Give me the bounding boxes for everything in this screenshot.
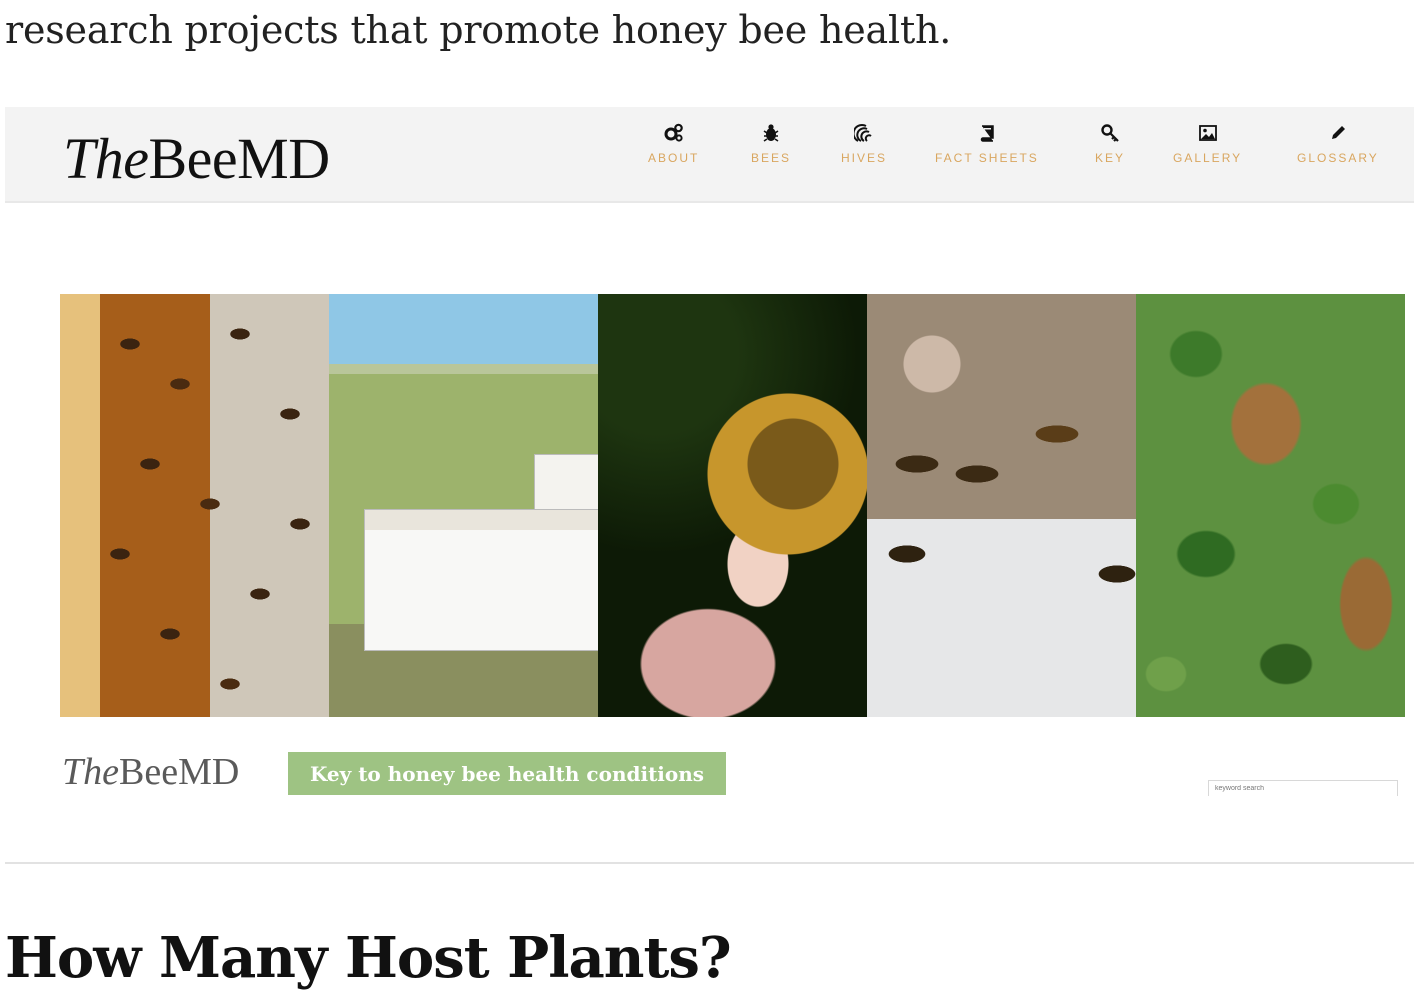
section-heading: How Many Host Plants? bbox=[5, 925, 732, 991]
hive-box bbox=[534, 454, 598, 511]
hive-icon bbox=[854, 124, 872, 142]
nav-label-glossary: GLOSSARY bbox=[1297, 151, 1379, 165]
picture-icon bbox=[1198, 125, 1217, 141]
banner-photo-hives-in-field bbox=[329, 294, 598, 717]
nav-item-about[interactable]: ABOUT bbox=[648, 123, 699, 165]
secondary-logo[interactable]: TheBeeMD bbox=[62, 750, 239, 794]
logo-small-prefix: The bbox=[62, 751, 119, 793]
nav-item-glossary[interactable]: GLOSSARY bbox=[1297, 123, 1379, 165]
book-icon bbox=[980, 125, 994, 142]
logo-small-suffix: BeeMD bbox=[119, 751, 240, 793]
key-icon bbox=[1101, 124, 1119, 142]
banner-photo-bees-on-comb bbox=[60, 294, 329, 717]
beemd-site-screenshot: TheBeeMD ABOUT BEES HIVES FACT SHEETS KE… bbox=[5, 107, 1414, 867]
nav-item-bees[interactable]: BEES bbox=[751, 123, 791, 165]
nav-item-hives[interactable]: HIVES bbox=[841, 123, 887, 165]
pencil-icon bbox=[1331, 126, 1345, 139]
intro-paragraph: research projects that promote honey bee… bbox=[5, 8, 952, 52]
banner-photo-bees-at-hive-entrance bbox=[867, 294, 1136, 717]
nav-item-key[interactable]: KEY bbox=[1095, 123, 1125, 165]
nav-label-bees: BEES bbox=[751, 151, 792, 165]
nav-label-key: KEY bbox=[1095, 151, 1126, 165]
nav-label-gallery: GALLERY bbox=[1173, 151, 1243, 165]
banner-image-strip bbox=[60, 294, 1405, 717]
nav-label-fact-sheets: FACT SHEETS bbox=[935, 151, 1039, 165]
nav-item-fact-sheets[interactable]: FACT SHEETS bbox=[935, 123, 1039, 165]
bug-icon bbox=[763, 124, 779, 142]
keyword-search-input[interactable] bbox=[1208, 780, 1398, 796]
cogs-icon bbox=[664, 123, 683, 142]
hive-box bbox=[364, 509, 598, 651]
banner-photo-bee-on-flower bbox=[598, 294, 867, 717]
banner-photo-swarm-in-holly bbox=[1136, 294, 1405, 717]
key-to-conditions-button[interactable]: Key to honey bee health conditions bbox=[288, 752, 726, 795]
main-nav: ABOUT BEES HIVES FACT SHEETS KEY GALLERY… bbox=[5, 107, 1414, 201]
section-divider bbox=[5, 862, 1414, 864]
nav-label-about: ABOUT bbox=[648, 151, 700, 165]
nav-item-gallery[interactable]: GALLERY bbox=[1173, 123, 1242, 165]
nav-label-hives: HIVES bbox=[841, 151, 888, 165]
site-header: TheBeeMD ABOUT BEES HIVES FACT SHEETS KE… bbox=[5, 107, 1414, 203]
